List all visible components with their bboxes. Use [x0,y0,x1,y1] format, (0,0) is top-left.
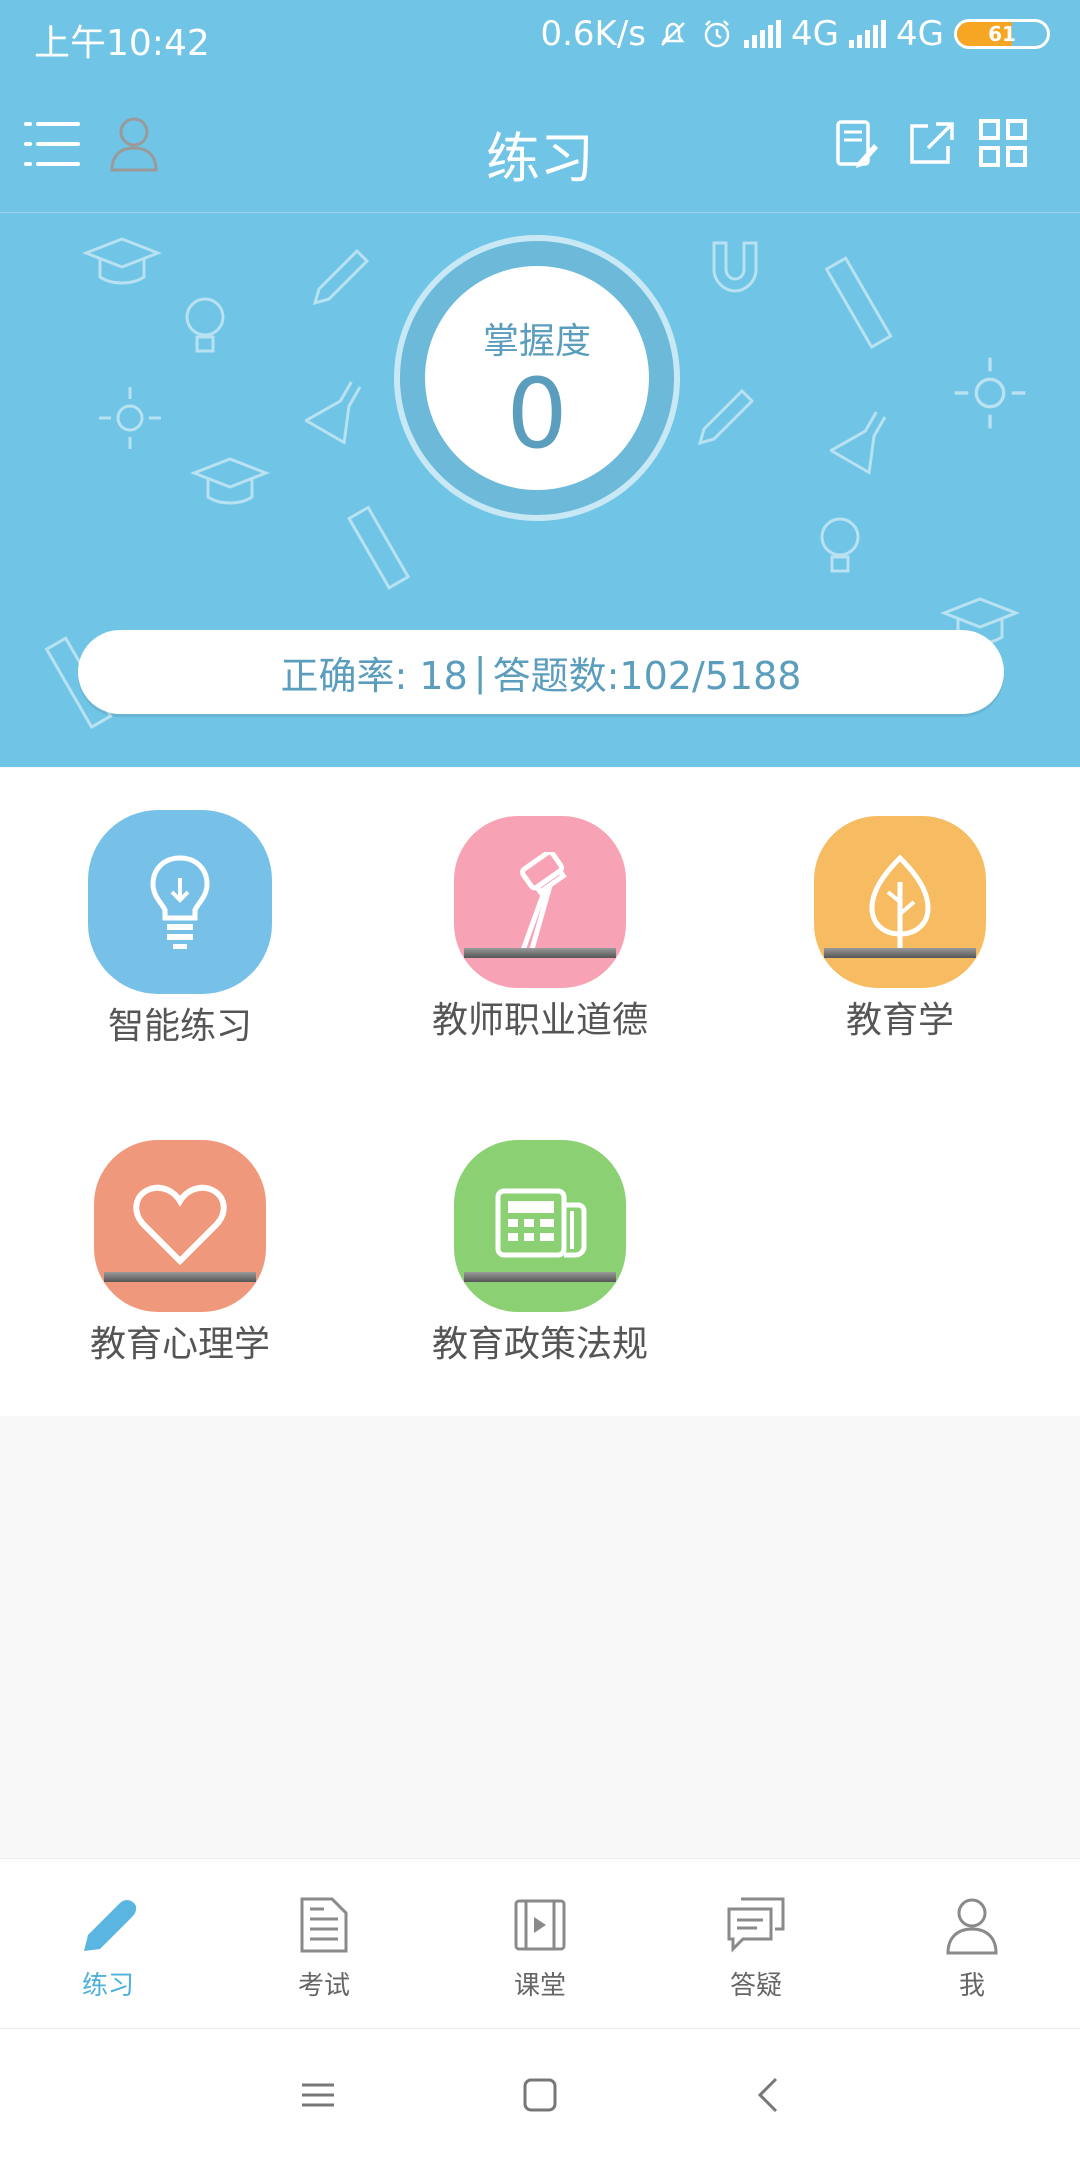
bottom-tab-bar: 练习 考试 课堂 答疑 我 [0,1858,1080,2029]
flask-doodle-icon-2 [830,411,887,475]
sun-doodle-icon [99,387,161,449]
answered-count-text: 答题数:102/5188 [492,653,802,698]
category-label: 教育心理学 [89,1324,270,1365]
graduation-cap-icon [82,237,162,285]
tab-me[interactable]: 我 [902,1895,1042,2002]
status-right: 0.6K/s 4G 4G 61 [540,14,1050,54]
accuracy-text: 正确率: 18 [280,653,468,698]
category-label: 教育学 [845,1000,954,1041]
category-label: 智能练习 [107,1006,252,1047]
home-icon[interactable] [520,2075,560,2115]
gavel-icon [520,852,567,952]
status-bar: 上午10:42 0.6K/s 4G 4G 61 [0,0,1080,76]
lightbulb-doodle-icon-2 [820,517,860,573]
recent-apps-icon[interactable] [300,2075,336,2115]
progress-bar [104,1272,256,1282]
graduation-cap-icon-2 [190,457,270,505]
category-icon-tile [94,1140,266,1312]
progress-bar [464,948,616,958]
profile-icon [946,1898,998,1955]
share-icon[interactable] [906,118,956,168]
mastery-panel: 掌握度 0 正确率: 18 | 答题数:102/5188 [0,213,1080,767]
status-time: 上午10:42 [34,23,210,64]
battery-level: 61 [988,22,1016,46]
lightbulb-doodle-icon [185,297,225,353]
mastery-label: 掌握度 [482,321,591,362]
mastery-circle[interactable]: 掌握度 0 [425,266,649,490]
tab-label: 练习 [81,1971,134,2001]
grid-apps-icon[interactable] [978,118,1028,168]
stats-pill: 正确率: 18 | 答题数:102/5188 [78,630,1004,714]
tab-label: 课堂 [513,1971,566,2001]
category-edu-policy[interactable]: 教育政策法规 [410,1140,670,1368]
heart-icon [133,1184,227,1266]
system-nav-bar [0,2028,1080,2161]
tab-exam[interactable]: 考试 [254,1895,394,2002]
flask-doodle-icon [305,381,362,445]
back-icon[interactable] [754,2075,784,2115]
category-grid: 智能练习 教师职业道德 教育学 教育心理学 教育政策法规 [0,768,1080,1416]
tab-label: 答疑 [729,1971,782,2001]
tab-label: 我 [958,1971,985,2001]
network-type-1: 4G [791,14,840,54]
magnet-doodle-icon [712,241,758,293]
stats-separator: | [473,650,487,694]
app-header: 练习 [0,76,1080,214]
progress-bar [824,948,976,958]
newspaper-icon [495,1188,587,1258]
alarm-icon [704,20,730,48]
pencil-doodle-icon [312,248,370,306]
progress-bar [464,1272,616,1282]
signal-icon [744,20,782,48]
video-film-icon [514,1899,566,1951]
category-teacher-ethics[interactable]: 教师职业道德 [410,816,670,1044]
leaf-icon [869,854,931,948]
tab-practice[interactable]: 练习 [38,1895,178,2002]
ruler-doodle-icon-2 [824,256,893,350]
chat-bubble-icon [727,1897,785,1953]
sun-doodle-icon-2 [954,357,1026,429]
category-edu-psychology[interactable]: 教育心理学 [50,1140,310,1368]
pencil-doodle-icon-2 [697,388,755,446]
lightbulb-icon [150,855,210,949]
ruler-doodle-icon [347,505,411,590]
category-label: 教育政策法规 [431,1324,648,1365]
mastery-value: 0 [506,358,568,470]
net-speed: 0.6K/s [540,14,647,54]
battery-icon: 61 [954,19,1050,49]
tab-qa[interactable]: 答疑 [686,1895,826,2002]
notes-edit-icon[interactable] [834,118,880,170]
category-icon-tile [454,816,626,988]
mute-bell-icon [661,22,685,46]
network-type-2: 4G [896,14,944,54]
category-icon-tile [88,810,272,994]
category-label: 教师职业道德 [431,1000,648,1041]
tab-label: 考试 [297,1971,350,2001]
category-pedagogy[interactable]: 教育学 [770,816,1030,1044]
pencil-icon [84,1900,137,1951]
tab-classroom[interactable]: 课堂 [470,1895,610,2002]
category-icon-tile [454,1140,626,1312]
signal-icon-2 [849,20,887,48]
category-icon-tile [814,816,986,988]
exam-paper-icon [300,1897,348,1953]
category-smart-practice[interactable]: 智能练习 [50,810,310,1050]
